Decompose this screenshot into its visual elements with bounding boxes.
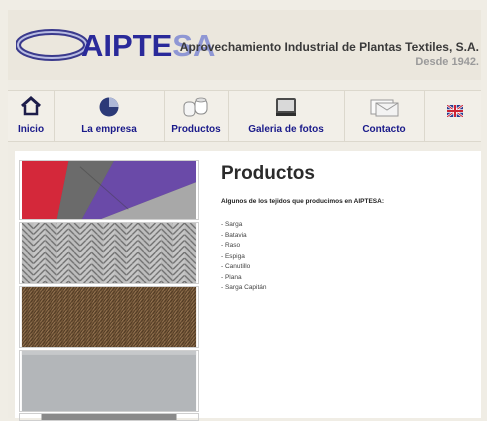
fabric-swatch-tweed [19,286,199,348]
nav-contacto[interactable]: Contacto [344,91,425,141]
main-content: Productos Algunos de los tejidos que pro… [221,163,471,294]
content-panel: Productos Algunos de los tejidos que pro… [15,151,481,421]
photo-album-icon [276,98,296,116]
nav-inicio[interactable]: Inicio [8,91,55,141]
logo-swoosh-icon [16,29,89,61]
list-item: - Batavia [221,231,247,239]
products-intro: Algunos de los tejidos que producimos en… [221,198,384,205]
list-item: - Canutillo [221,263,251,270]
nav-la-empresa[interactable]: La empresa [54,91,165,141]
company-since: Desde 1942. [415,56,479,68]
list-item: - Sarga [221,221,243,228]
page: AIPTESA Aprovechamiento Industrial de Pl… [8,10,481,421]
nav-label: Inicio [17,124,45,135]
list-item: - Plana [221,273,242,281]
nav-label: La empresa [81,124,137,135]
envelope-icon [370,99,399,117]
page-title: Productos [221,163,315,184]
uk-flag-icon[interactable] [447,105,463,117]
fabric-swatch-colors [19,160,199,220]
fabric-swatch-grey [19,350,199,412]
logo-text-main: AIPTE [81,28,173,63]
fabric-swatches [19,160,199,421]
list-item: - Raso [221,242,241,249]
header: AIPTESA Aprovechamiento Industrial de Pl… [8,10,481,80]
aiptesa-logo[interactable]: AIPTESA [16,26,215,68]
home-icon [21,96,41,116]
company-name: Aprovechamiento Industrial de Plantas Te… [179,40,479,54]
nav-label: Productos [171,124,221,135]
main-nav: Inicio La empresa Productos Galeria de f… [8,90,481,142]
list-item: - Espiga [221,252,245,260]
thread-spools-icon [183,97,208,117]
fabric-swatch-herringbone [19,222,199,284]
nav-galeria[interactable]: Galeria de fotos [228,91,345,141]
products-list: - Sarga - Batavia - Raso - Espiga - Canu… [221,220,471,294]
nav-label: Contacto [362,124,406,135]
nav-productos[interactable]: Productos [164,91,229,141]
fabric-swatch-partial [19,413,199,421]
pie-chart-icon [99,97,119,117]
nav-label: Galeria de fotos [248,124,324,135]
company-info: Aprovechamiento Industrial de Plantas Te… [180,40,479,68]
list-item: - Sarga Capitán [221,284,267,291]
